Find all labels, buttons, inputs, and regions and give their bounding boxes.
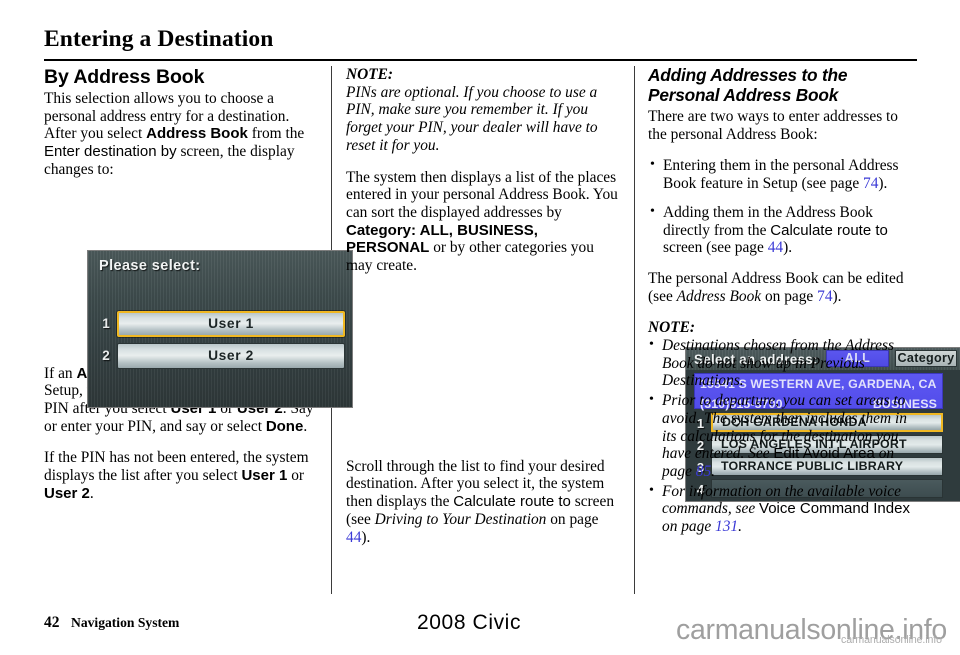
- right-paragraph-2: The personal Address Book can be edited …: [648, 270, 920, 305]
- ui-label-calculate-route-to: Calculate route to: [770, 221, 888, 239]
- footer-model-year: 2008 Civic: [417, 611, 522, 634]
- text-fragment: ).: [783, 239, 793, 257]
- ui-label-user-2: User 2: [44, 484, 90, 502]
- text-fragment: or: [287, 467, 305, 485]
- watermark-secondary: carmanualsonline.info: [841, 634, 942, 646]
- cross-reference-title: Address Book: [676, 287, 762, 305]
- ui-label-done: Done: [265, 417, 304, 435]
- list-item: Adding them in the Address Book directly…: [648, 203, 920, 257]
- nav1-row-number: 2: [102, 348, 110, 363]
- text-fragment: .: [711, 462, 716, 480]
- ui-label-edit-avoid-area: Edit Avoid Area: [773, 445, 875, 463]
- nav-screenshot-please-select: Please select: 1 User 1 2 User 2: [87, 250, 353, 408]
- nav2-spacer: [346, 289, 620, 458]
- text-fragment: The system then displays a list of the p…: [346, 168, 618, 221]
- page-reference-131[interactable]: 131: [715, 518, 738, 535]
- right-bullet-list: Entering them in the personal Address Bo…: [648, 156, 920, 257]
- list-item: Destinations chosen from the Address Boo…: [648, 336, 920, 390]
- ui-label-user-1: User 1: [241, 467, 288, 485]
- text-fragment: on page: [761, 287, 818, 305]
- text-fragment: ).: [361, 528, 371, 546]
- text-fragment: from the: [247, 125, 305, 143]
- text-fragment: ).: [878, 175, 888, 193]
- ui-label-voice-command-index: Voice Command Index: [759, 500, 910, 518]
- text-fragment: ).: [832, 287, 842, 305]
- list-item: Prior to departure, you can set areas to…: [648, 391, 920, 481]
- list-item: For information on the available voice c…: [648, 482, 920, 536]
- left-paragraph-3: If the PIN has not been entered, the sys…: [44, 449, 316, 502]
- nav1-row-2: 2 User 2: [99, 343, 345, 369]
- cross-reference-title: Driving to Your Destination: [374, 510, 547, 528]
- page-reference-85[interactable]: 85: [696, 463, 711, 480]
- note-label: NOTE:: [648, 319, 696, 337]
- text-fragment: on page: [546, 510, 599, 528]
- left-column: By Address Book This selection allows yo…: [44, 66, 353, 516]
- page-reference-74[interactable]: 74: [863, 175, 878, 192]
- right-column: Adding Addresses to the Personal Address…: [648, 65, 920, 549]
- text-fragment: .: [89, 484, 94, 502]
- ui-label-address-book: Address Book: [146, 125, 248, 143]
- text-fragment: If an: [44, 364, 77, 382]
- page-title: Entering a Destination: [44, 26, 274, 52]
- note-body-pins: PINs are optional. If you choose to use …: [346, 83, 598, 154]
- nav1-button-user-2[interactable]: User 2: [117, 343, 345, 369]
- note-label: NOTE:: [346, 66, 394, 83]
- nav1-title: Please select:: [99, 258, 201, 274]
- middle-paragraph-1: The system then displays a list of the p…: [346, 169, 620, 275]
- nav1-row-number: 1: [102, 316, 110, 331]
- page-reference-44[interactable]: 44: [768, 239, 783, 256]
- middle-paragraph-2: Scroll through the list to find your des…: [346, 458, 620, 547]
- right-paragraph-1: There are two ways to enter addresses to…: [648, 108, 899, 143]
- ui-label-enter-destination-by: Enter destination by: [44, 143, 177, 161]
- footer-page-number: 42: [44, 614, 60, 631]
- section-heading-adding-addresses: Adding Addresses to the Personal Address…: [648, 65, 848, 105]
- title-rule: [44, 59, 917, 61]
- text-fragment: .: [738, 518, 742, 536]
- nav1-row-1: 1 User 1: [99, 311, 345, 337]
- column-divider-2: [634, 66, 635, 594]
- manual-page: Entering a Destination By Address Book T…: [0, 0, 960, 655]
- footer-section-name: Navigation System: [71, 615, 180, 630]
- left-paragraph-1: This selection allows you to choose a pe…: [44, 90, 316, 179]
- page-reference-44[interactable]: 44: [346, 529, 361, 546]
- text-fragment: on page: [662, 518, 716, 536]
- text-fragment: screen (see page: [663, 239, 768, 257]
- section-heading-by-address-book: By Address Book: [44, 66, 205, 88]
- nav1-button-user-1[interactable]: User 1: [117, 311, 345, 337]
- list-item: Entering them in the personal Address Bo…: [648, 156, 920, 193]
- middle-column: NOTE: PINs are optional. If you choose t…: [346, 66, 960, 560]
- ui-label-calculate-route-to: Calculate route to: [453, 493, 571, 511]
- text-fragment: .: [303, 417, 308, 435]
- page-reference-74[interactable]: 74: [817, 288, 832, 305]
- right-note-bullet-list: Destinations chosen from the Address Boo…: [648, 336, 920, 536]
